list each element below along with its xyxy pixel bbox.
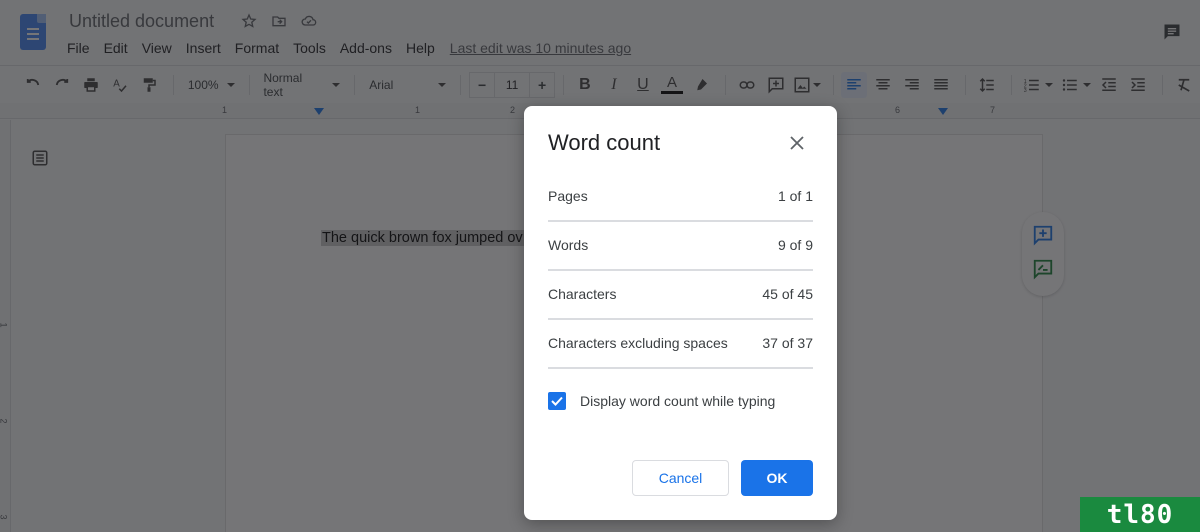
stat-label: Characters excluding spaces [548, 334, 728, 351]
stat-row-characters-no-spaces: Characters excluding spaces 37 of 37 [548, 320, 813, 369]
word-count-dialog: Word count Pages 1 of 1 Words 9 of 9 Cha… [524, 106, 837, 520]
checkbox-label[interactable]: Display word count while typing [580, 393, 775, 409]
ok-button[interactable]: OK [741, 460, 813, 496]
stat-value: 1 of 1 [777, 187, 813, 204]
stat-value: 9 of 9 [777, 236, 813, 253]
cancel-button[interactable]: Cancel [632, 460, 729, 496]
stat-label: Pages [548, 187, 588, 204]
dialog-title: Word count [548, 130, 661, 155]
site-watermark-logo: tl80 [1080, 497, 1200, 532]
stat-row-words: Words 9 of 9 [548, 222, 813, 271]
display-word-count-checkbox[interactable] [548, 392, 566, 410]
stat-label: Words [548, 236, 589, 253]
stat-value: 37 of 37 [762, 334, 813, 351]
close-icon[interactable] [786, 132, 808, 154]
stat-row-characters: Characters 45 of 45 [548, 271, 813, 320]
stat-label: Characters [548, 285, 617, 302]
stat-value: 45 of 45 [762, 285, 813, 302]
display-word-count-option: Display word count while typing [548, 392, 775, 410]
stat-row-pages: Pages 1 of 1 [548, 173, 813, 222]
